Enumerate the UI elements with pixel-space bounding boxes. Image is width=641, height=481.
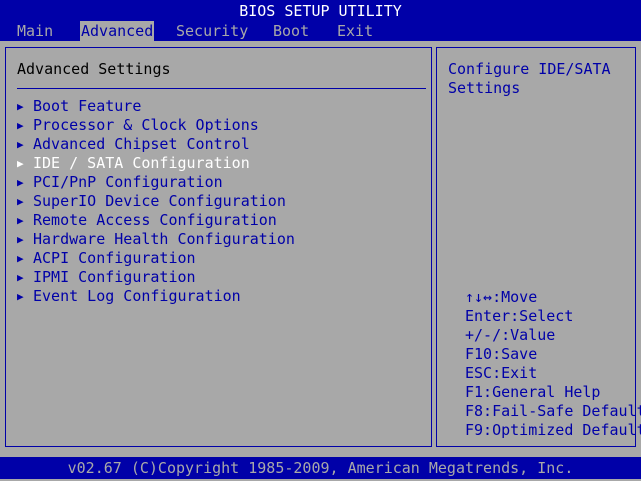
section-title: Advanced Settings (17, 60, 171, 78)
settings-panel: Advanced Settings ▶ Boot Feature ▶ Process… (5, 47, 432, 447)
list-item-label: ACPI Configuration (33, 249, 196, 267)
menu-exit[interactable]: Exit (336, 21, 374, 41)
key-hint-help: F1:General Help (465, 383, 601, 401)
help-panel: Configure IDE/SATA Settings ↑↓↔:Move Ent… (436, 47, 641, 447)
menu-advanced[interactable]: Advanced (80, 21, 155, 41)
list-item-label: Hardware Health Configuration (33, 230, 295, 248)
list-item-label: Event Log Configuration (33, 287, 241, 305)
list-item-label: Boot Feature (33, 97, 142, 115)
triangle-right-icon: ▶ (17, 100, 24, 113)
list-item-label: IPMI Configuration (33, 268, 196, 286)
list-item-processor-clock[interactable]: ▶ Processor & Clock Options (17, 116, 295, 135)
key-hint-exit: ESC:Exit (465, 364, 538, 382)
help-text: Configure IDE/SATA Settings (448, 60, 611, 97)
key-hint-optimized: F9:Optimized Defaults (465, 421, 641, 439)
triangle-right-icon: ▶ (17, 176, 24, 189)
key-hint-select: Enter:Select (465, 307, 574, 325)
triangle-right-icon: ▶ (17, 290, 24, 303)
list-item-boot-feature[interactable]: ▶ Boot Feature (17, 97, 295, 116)
copyright-footer: v02.67 (C)Copyright 1985-2009, American … (0, 457, 641, 479)
list-item-ide-sata[interactable]: ▶ IDE / SATA Configuration (17, 154, 295, 173)
menu-security[interactable]: Security (175, 21, 249, 41)
menu-bar: Main Advanced Security Boot Exit (0, 21, 641, 41)
triangle-right-icon: ▶ (17, 233, 24, 246)
window-title: BIOS SETUP UTILITY (0, 0, 641, 21)
list-item-acpi[interactable]: ▶ ACPI Configuration (17, 249, 295, 268)
settings-list: ▶ Boot Feature ▶ Processor & Clock Options… (17, 97, 295, 306)
triangle-right-icon: ▶ (17, 119, 24, 132)
menu-main[interactable]: Main (16, 21, 54, 41)
list-item-label: Remote Access Configuration (33, 211, 277, 229)
list-item-ipmi[interactable]: ▶ IPMI Configuration (17, 268, 295, 287)
list-item-hardware-health[interactable]: ▶ Hardware Health Configuration (17, 230, 295, 249)
list-item-label: SuperIO Device Configuration (33, 192, 286, 210)
section-divider (17, 88, 426, 89)
key-hint-move: ↑↓↔:Move (465, 288, 538, 306)
key-hint-value: +/-/:Value (465, 326, 556, 344)
triangle-right-icon: ▶ (17, 214, 24, 227)
key-hint-save: F10:Save (465, 345, 538, 363)
triangle-right-icon: ▶ (17, 138, 24, 151)
triangle-right-icon: ▶ (17, 157, 24, 170)
list-item-label: Processor & Clock Options (33, 116, 259, 134)
key-hint-fail-safe: F8:Fail-Safe Defaults (465, 402, 641, 420)
list-item-superio[interactable]: ▶ SuperIO Device Configuration (17, 192, 295, 211)
list-item-label: IDE / SATA Configuration (33, 154, 250, 172)
list-item-label: PCI/PnP Configuration (33, 173, 223, 191)
key-legend: ↑↓↔:Move Enter:Select +/-/:Value F10:Sav… (465, 288, 641, 440)
list-item-remote-access[interactable]: ▶ Remote Access Configuration (17, 211, 295, 230)
list-item-pci-pnp[interactable]: ▶ PCI/PnP Configuration (17, 173, 295, 192)
menu-boot[interactable]: Boot (272, 21, 310, 41)
list-item-advanced-chipset[interactable]: ▶ Advanced Chipset Control (17, 135, 295, 154)
triangle-right-icon: ▶ (17, 195, 24, 208)
triangle-right-icon: ▶ (17, 252, 24, 265)
list-item-label: Advanced Chipset Control (33, 135, 250, 153)
list-item-event-log[interactable]: ▶ Event Log Configuration (17, 287, 295, 306)
triangle-right-icon: ▶ (17, 271, 24, 284)
